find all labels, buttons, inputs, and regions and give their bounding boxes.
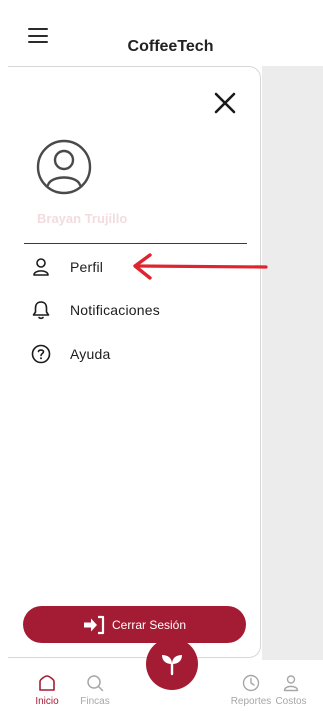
bell-icon [32, 301, 50, 320]
search-icon [87, 675, 104, 692]
drawer-item-notificaciones[interactable]: Notificaciones [31, 298, 160, 322]
app-bar: CoffeeTech [0, 0, 323, 66]
divider [24, 243, 247, 244]
close-icon[interactable] [213, 91, 237, 115]
avatar[interactable] [36, 139, 92, 200]
logout-button[interactable]: Cerrar Sesión [23, 606, 246, 643]
home-icon [39, 675, 55, 691]
logout-icon [83, 615, 105, 634]
user-name: Brayan Trujillo [37, 211, 128, 226]
side-drawer: Brayan Trujillo Perfil Notificaciones Ay… [8, 66, 261, 658]
nav-item-costos[interactable]: Costos [272, 674, 310, 707]
nav-label: Reportes [230, 696, 272, 707]
nav-label: Fincas [80, 696, 110, 707]
clock-icon [242, 674, 260, 692]
user-avatar-icon [36, 139, 92, 195]
sprout-icon [162, 655, 182, 676]
help-icon [31, 344, 51, 364]
person-icon [33, 258, 49, 276]
drawer-backdrop[interactable] [262, 66, 323, 660]
nav-item-reportes[interactable]: Reportes [230, 674, 272, 707]
nav-label: Inicio [35, 696, 59, 707]
drawer-item-label: Ayuda [70, 346, 111, 362]
annotation-arrow-icon [133, 253, 268, 280]
nav-item-inicio[interactable]: Inicio [30, 674, 64, 707]
logout-label: Cerrar Sesión [111, 617, 187, 632]
nav-item-fincas[interactable]: Fincas [76, 674, 114, 707]
drawer-item-perfil[interactable]: Perfil [31, 255, 103, 279]
app-title: CoffeeTech [127, 38, 214, 55]
drawer-item-label: Notificaciones [70, 302, 160, 318]
drawer-item-label: Perfil [70, 259, 104, 275]
person-icon [283, 675, 299, 692]
nav-label: Costos [275, 696, 307, 707]
drawer-item-ayuda[interactable]: Ayuda [31, 342, 110, 366]
sprout-action-button[interactable] [146, 638, 198, 690]
bottom-navigation: Inicio Fincas Reportes Costos [0, 638, 323, 711]
